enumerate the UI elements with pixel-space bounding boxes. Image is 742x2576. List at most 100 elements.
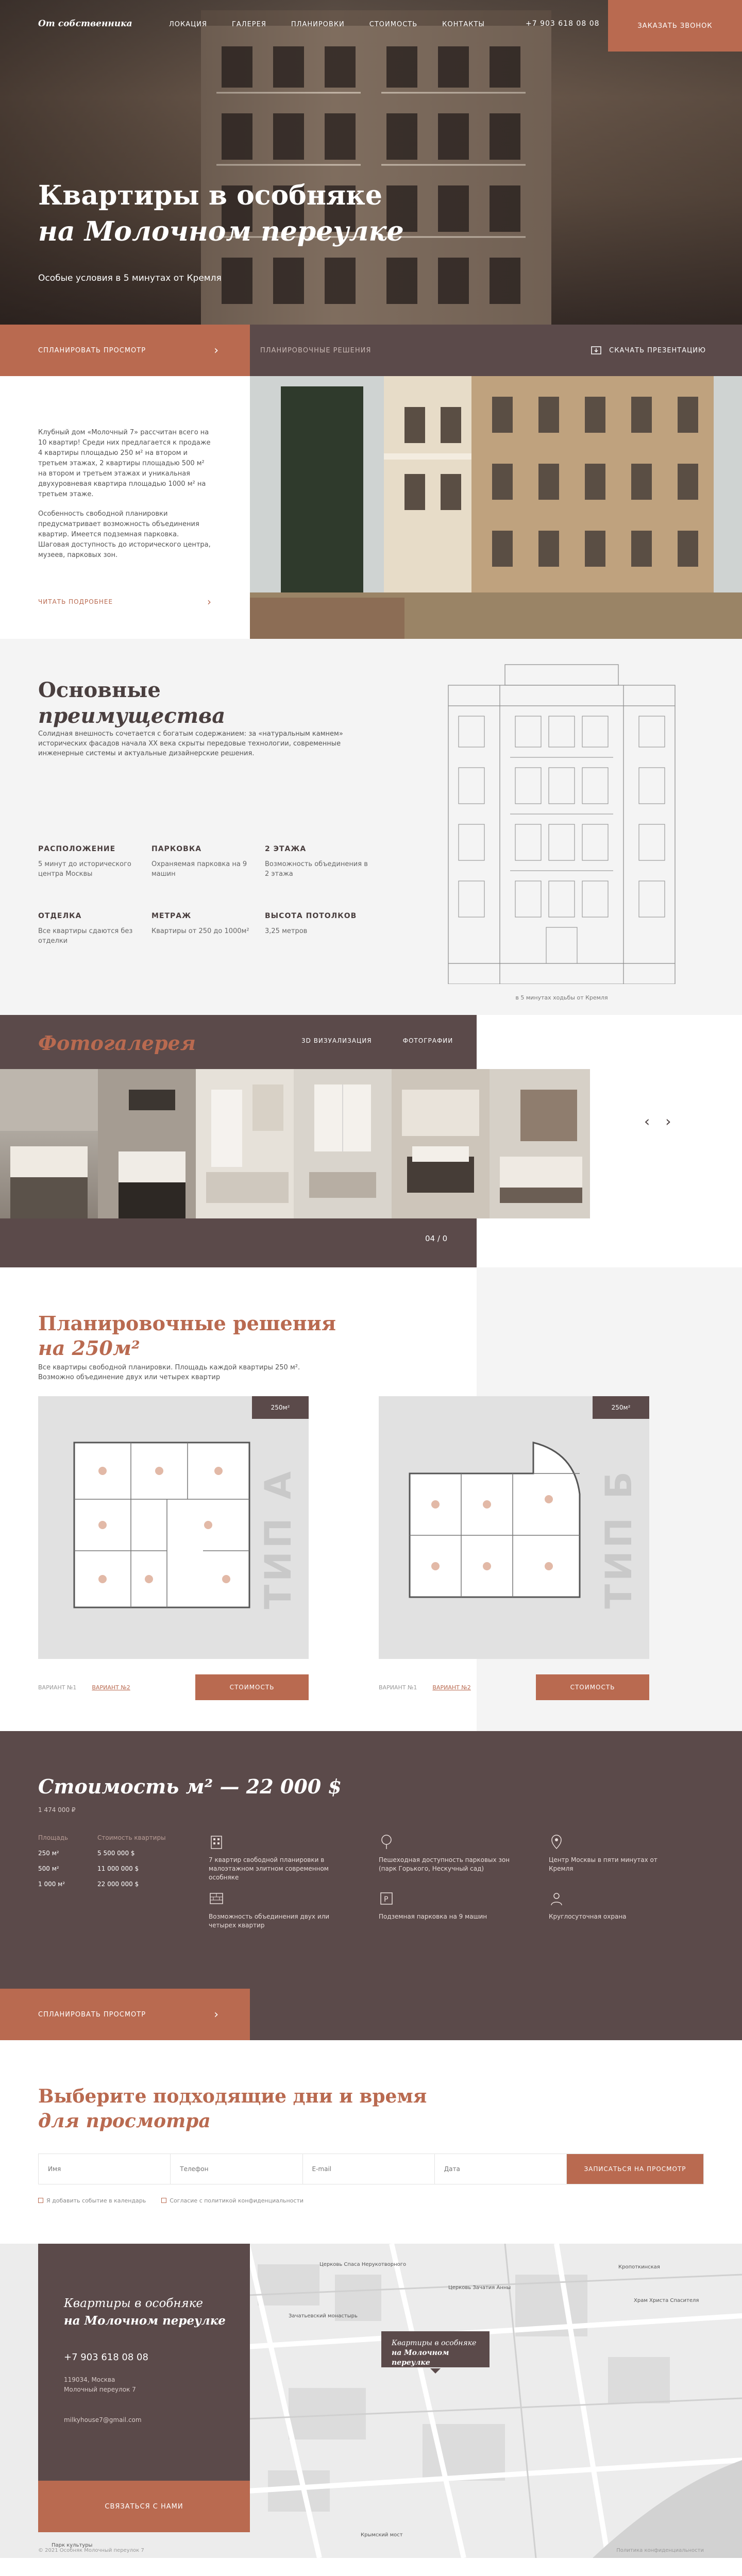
location-pin-icon (551, 1835, 562, 1850)
tab-3d-visualization[interactable]: 3D ВИЗУАЛИЗАЦИЯ (301, 1037, 372, 1044)
gallery-photo-bedroom-1[interactable] (392, 1069, 490, 1218)
cell-price: 5 500 000 $ (97, 1850, 135, 1857)
booking-title-line1: Выберите подходящие дни и время (38, 2086, 427, 2107)
map-location-pin[interactable]: Квартиры в особняке на Молочном переулке (381, 2331, 490, 2374)
logo[interactable]: От собственника (38, 19, 132, 29)
feature-text: Центр Москвы в пяти минутах от Кремля (549, 1856, 657, 1872)
svg-text:P: P (384, 1895, 388, 1904)
gallery-strip (0, 1069, 590, 1218)
feature-item: P Подземная парковка на 9 машин (379, 1891, 513, 1921)
phone-field[interactable] (171, 2154, 303, 2184)
feature-text: Круглосуточная охрана (549, 1913, 627, 1920)
footer: © 2021 Особняк Молочный переулок 7 Полит… (0, 2543, 742, 2558)
gallery-section: Фотогалерея 3D ВИЗУАЛИЗАЦИЯ ФОТОГРАФИИ 0… (0, 1015, 742, 1267)
booking-form: ЗАПИСАТЬСЯ НА ПРОСМОТР (38, 2154, 704, 2184)
gallery-title: Фотогалерея (38, 1031, 196, 1055)
parking-icon: P (380, 1892, 393, 1905)
price-button[interactable]: СТОИМОСТЬ (536, 1674, 649, 1700)
booking-title: Выберите подходящие дни и время для прос… (38, 2084, 427, 2133)
add-to-calendar-checkbox[interactable]: Я добавить событие в календарь (38, 2197, 146, 2204)
contacts-title-line2: на Молочном переулке (64, 2314, 226, 2328)
cell-price: 22 000 000 $ (97, 1880, 139, 1888)
menu-item-price[interactable]: СТОИМОСТЬ (369, 21, 417, 28)
table-row: 250 м² 5 500 000 $ (38, 1850, 185, 1857)
gallery-photo-kitchen-2[interactable] (98, 1069, 196, 1218)
submit-booking-button[interactable]: ЗАПИСАТЬСЯ НА ПРОСМОТР (567, 2154, 703, 2184)
contact-us-button[interactable]: СВЯЗАТЬСЯ С НАМИ (38, 2481, 250, 2532)
gallery-prev-button[interactable]: ‹ (644, 1113, 650, 1130)
advantage-heading: МЕТРАЖ (151, 912, 192, 920)
cell-area: 500 м² (38, 1865, 59, 1872)
schedule-viewing-button[interactable]: СПЛАНИРОВАТЬ ПРОСМОТР › (0, 1989, 250, 2040)
hero-subtitle: Особые условия в 5 минутах от Кремля (38, 273, 222, 283)
map-label: Церковь Зачатия Анны (448, 2285, 511, 2291)
variant-1-link[interactable]: ВАРИАНТ №1 (38, 1684, 76, 1691)
plans-link[interactable]: ПЛАНИРОВОЧНЫЕ РЕШЕНИЯ (260, 347, 371, 354)
address-line-1: 119034, Москва (64, 2376, 115, 2383)
feature-item: 7 квартир свободной планировки в малоэта… (209, 1834, 343, 1882)
gallery-counter: 04 / 0 (425, 1234, 448, 1243)
hero-section: От собственника ЛОКАЦИЯ ГАЛЕРЕЯ ПЛАНИРОВ… (0, 0, 742, 325)
privacy-consent-checkbox[interactable]: Согласие с политикой конфиденциальности (161, 2197, 303, 2204)
pin-line-2: на Молочном переулке (392, 2349, 449, 2367)
date-field[interactable] (434, 2154, 567, 2184)
header-phone[interactable]: +7 903 618 08 08 (526, 20, 600, 28)
read-more-label: ЧИТАТЬ ПОДРОБНЕЕ (38, 598, 113, 605)
advantage-heading: 2 ЭТАЖА (265, 845, 307, 853)
feature-item: Центр Москвы в пяти минутах от Кремля (549, 1834, 683, 1873)
call-request-button[interactable]: ЗАКАЗАТЬ ЗВОНОК (608, 0, 742, 52)
advantage-item: МЕТРАЖ Квартиры от 250 до 1000м² (151, 912, 265, 946)
advantage-heading: РАСПОЛОЖЕНИЕ (38, 845, 116, 853)
menu-item-contacts[interactable]: КОНТАКТЫ (442, 21, 485, 28)
hero-title-line1: Квартиры в особняке (38, 180, 382, 211)
name-field[interactable] (39, 2154, 171, 2184)
email-field[interactable] (302, 2154, 435, 2184)
variant-1-link[interactable]: ВАРИАНТ №1 (379, 1684, 417, 1691)
gallery-header: Фотогалерея 3D ВИЗУАЛИЗАЦИЯ ФОТОГРАФИИ (0, 1015, 477, 1069)
map-label: Храм Христа Спасителя (634, 2298, 699, 2303)
advantage-heading: ПАРКОВКА (151, 845, 202, 853)
contacts-address: 119034, Москва Молочный переулок 7 (64, 2375, 136, 2395)
footer-privacy-link[interactable]: Политика конфиденциальности (616, 2548, 704, 2553)
price-table: Площадь Стоимость квартиры 250 м² 5 500 0… (38, 1834, 185, 1896)
price-rub: 1 474 000 ₽ (38, 1806, 76, 1814)
action-bar-secondary: ПЛАНИРОВОЧНЫЕ РЕШЕНИЯ СКАЧАТЬ ПРЕЗЕНТАЦИ… (250, 325, 742, 376)
gallery-photo-living[interactable] (294, 1069, 392, 1218)
advantages-title-line2: преимущества (38, 704, 226, 728)
kitchen-image (0, 1069, 98, 1218)
plans-description: Все квартиры свободной планировки. Площа… (38, 1364, 300, 1381)
feature-text: Возможность объединения двух или четырех… (209, 1913, 330, 1929)
bedroom-image (392, 1069, 490, 1218)
contacts-phone[interactable]: +7 903 618 08 08 (64, 2352, 148, 2363)
menu-item-location[interactable]: ЛОКАЦИЯ (169, 21, 207, 28)
building-icon (211, 1836, 222, 1849)
gallery-photo-kitchen-1[interactable] (0, 1069, 98, 1218)
cell-price: 11 000 000 $ (97, 1865, 139, 1872)
tab-photos[interactable]: ФОТОГРАФИИ (403, 1037, 453, 1044)
download-presentation-button[interactable]: СКАЧАТЬ ПРЕЗЕНТАЦИЮ (591, 345, 706, 356)
variant-2-link[interactable]: ВАРИАНТ №2 (432, 1684, 470, 1691)
price-button[interactable]: СТОИМОСТЬ (195, 1674, 309, 1700)
advantage-item: 2 ЭТАЖА Возможность объединения в 2 этажа (265, 845, 368, 879)
variant-2-link[interactable]: ВАРИАНТ №2 (92, 1684, 130, 1691)
menu-item-plans[interactable]: ПЛАНИРОВКИ (291, 21, 345, 28)
plan-card-type-a[interactable]: 250м² ТИП А (38, 1396, 309, 1659)
checkbox-label: Согласие с политикой конфиденциальности (170, 2197, 304, 2204)
schedule-viewing-button[interactable]: СПЛАНИРОВАТЬ ПРОСМОТР › (0, 325, 250, 376)
plan-card-type-b[interactable]: 250м² ТИП Б (379, 1396, 649, 1659)
plan-type-label: ТИП А (257, 1468, 299, 1609)
menu-item-gallery[interactable]: ГАЛЕРЕЯ (232, 21, 266, 28)
feature-text: Пешеходная доступность парковых зон (пар… (379, 1856, 510, 1872)
feature-text: Подземная парковка на 9 машин (379, 1913, 487, 1920)
read-more-link[interactable]: ЧИТАТЬ ПОДРОБНЕЕ › (38, 597, 212, 607)
contacts-email[interactable]: milkyhouse7@gmail.com (64, 2416, 142, 2424)
gallery-next-button[interactable]: › (665, 1113, 671, 1130)
advantage-text: 3,25 метров (265, 927, 308, 935)
booking-options: Я добавить событие в календарь Согласие … (38, 2197, 303, 2204)
gallery-photo-bathroom[interactable] (196, 1069, 294, 1218)
footer-copyright: © 2021 Особняк Молочный переулок 7 (38, 2547, 144, 2553)
building-facade-image (250, 376, 742, 639)
plans-title: Планировочные решения на 250м² (38, 1311, 336, 1361)
checkbox-label: Я добавить событие в календарь (46, 2197, 146, 2204)
gallery-photo-bedroom-2[interactable] (490, 1069, 590, 1218)
